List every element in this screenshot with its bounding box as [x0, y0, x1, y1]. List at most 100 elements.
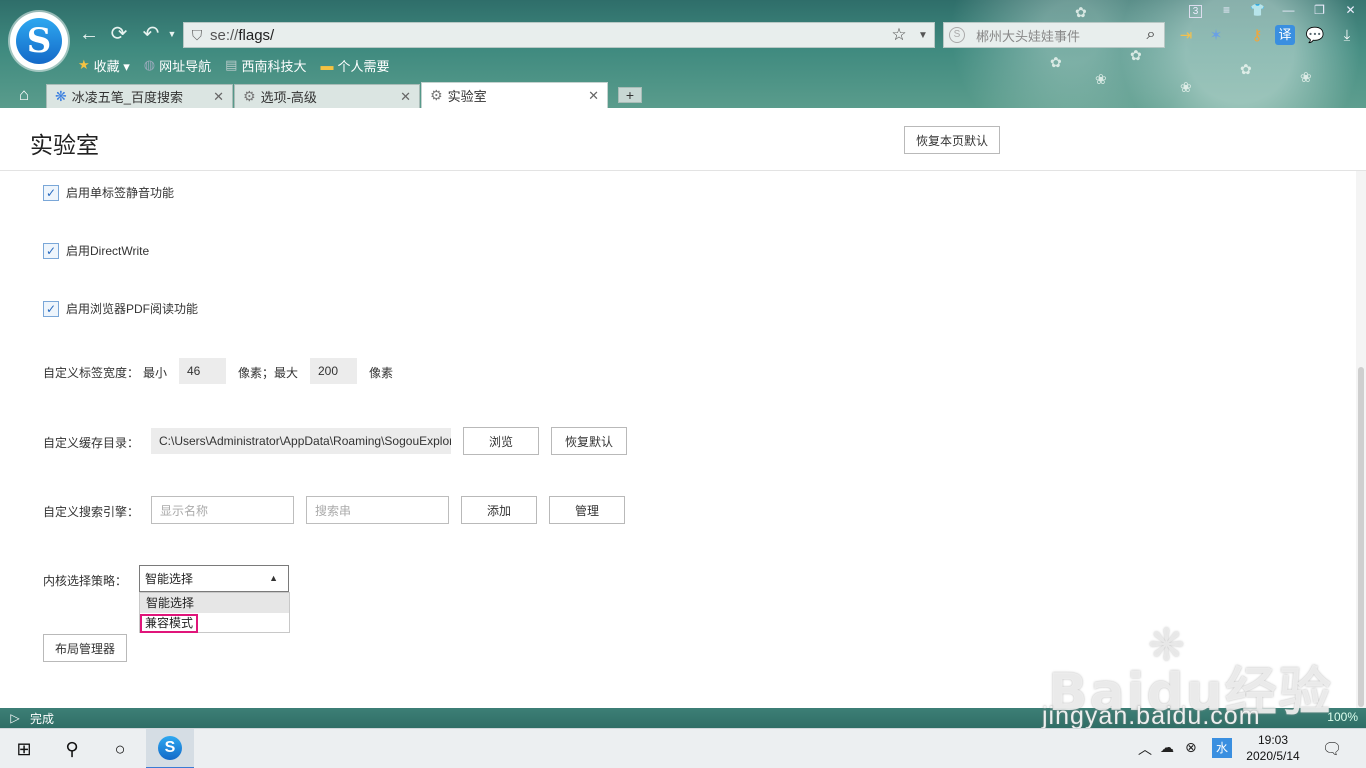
kernel-select[interactable]: 智能选择 ▲	[139, 565, 289, 592]
checkbox-label: 启用浏览器PDF阅读功能	[66, 302, 199, 316]
search-query[interactable]: 郴州大头娃娃事件	[970, 26, 1138, 45]
tab-baidu-search[interactable]: ❋ 冰凌五笔_百度搜索 ✕	[46, 84, 233, 108]
network-icon[interactable]: ⊗	[1185, 739, 1197, 756]
system-clock[interactable]: 19:03 2020/5/14	[1238, 732, 1308, 764]
bookmark-label: 个人需要	[337, 58, 390, 74]
tab-strip: ⌂ ❋ 冰凌五笔_百度搜索 ✕ ⚙ 选项-高级 ✕ ⚙ 实验室 ✕ +	[0, 82, 1366, 108]
tab-label: 冰凌五笔_百度搜索	[71, 90, 183, 105]
mute-tab-checkbox-row[interactable]: ✓ 启用单标签静音功能	[43, 184, 174, 201]
pdf-reader-checkbox-row[interactable]: ✓ 启用浏览器PDF阅读功能	[43, 300, 198, 317]
search-icon[interactable]: ⚲	[48, 729, 96, 768]
cache-dir-input[interactable]: C:\Users\Administrator\AppData\Roaming\S…	[151, 428, 451, 454]
layout-manager-button[interactable]: 布局管理器	[43, 634, 127, 662]
sogou-browser-taskbar-app[interactable]: S	[146, 729, 194, 768]
refresh-icon[interactable]: ⟳	[107, 22, 131, 46]
browse-button[interactable]: 浏览	[463, 427, 539, 455]
zoom-level[interactable]: 100%	[1327, 710, 1358, 724]
notification-icon[interactable]: 🗨	[1322, 739, 1342, 759]
tray-expand-icon[interactable]: ︿	[1138, 739, 1152, 759]
back-icon[interactable]: ←	[77, 22, 101, 46]
translate-icon[interactable]: 译	[1275, 25, 1295, 45]
bookmark-favorites[interactable]: ★ 收藏 ▾	[78, 56, 130, 75]
directwrite-checkbox-row[interactable]: ✓ 启用DirectWrite	[43, 242, 149, 259]
ime-icon[interactable]: 水	[1212, 738, 1232, 758]
checkbox-checked[interactable]: ✓	[43, 242, 59, 259]
page-scrollbar[interactable]	[1356, 171, 1366, 708]
tab-width-unit: 像素	[369, 366, 394, 380]
menu-icon[interactable]: ≡	[1211, 0, 1242, 20]
sogou-logo[interactable]: S	[10, 12, 68, 70]
bookmark-nav[interactable]: ◍ 网址导航	[144, 56, 211, 75]
close-icon[interactable]: ✕	[1335, 0, 1366, 20]
url-scheme: se://	[210, 26, 239, 44]
favorite-star-icon[interactable]: ☆	[886, 25, 912, 45]
restore-default-button[interactable]: 恢复默认	[551, 427, 627, 455]
window-controls: 3 ≡ 👕 — ❐ ✕	[1180, 0, 1366, 20]
baidu-paw-icon: ❋	[55, 88, 67, 104]
bookmark-swust[interactable]: ▤ 西南科技大	[225, 56, 306, 75]
onedrive-cloud-icon[interactable]: ☁	[1160, 739, 1174, 756]
flower-decoration: ✿	[1130, 47, 1142, 63]
chat-icon[interactable]: 💬	[1304, 25, 1326, 47]
folder-icon: ▬	[320, 57, 334, 73]
address-url[interactable]: se://flags/	[210, 27, 886, 44]
search-icon[interactable]: ⌕	[1138, 26, 1164, 44]
sogou-s-icon: S	[16, 18, 62, 64]
windows-start-icon[interactable]: ⊞	[0, 729, 48, 768]
tab-close-icon[interactable]: ✕	[213, 89, 224, 105]
gear-icon: ⚙	[430, 87, 443, 103]
tab-width-unit-sep: 像素；最大	[238, 366, 299, 380]
engine-name-input[interactable]: 显示名称	[151, 496, 294, 524]
kernel-policy-label: 内核选择策略：	[43, 574, 128, 588]
download-icon[interactable]: ⤓	[1336, 25, 1358, 47]
manage-button[interactable]: 管理	[549, 496, 625, 524]
tab-lab[interactable]: ⚙ 实验室 ✕	[421, 82, 608, 108]
engine-string-input[interactable]: 搜索串	[306, 496, 449, 524]
bookmark-label: 收藏 ▾	[93, 58, 130, 74]
checkbox-label: 启用DirectWrite	[66, 244, 150, 258]
clock-time: 19:03	[1257, 733, 1289, 747]
search-engine-label: 自定义搜索引擎：	[43, 505, 140, 519]
tab-width-max-input[interactable]: 200	[310, 358, 357, 384]
status-text: 完成	[30, 711, 55, 726]
restore-page-default-button[interactable]: 恢复本页默认	[904, 126, 1000, 154]
tab-options-advanced[interactable]: ⚙ 选项-高级 ✕	[234, 84, 420, 108]
tab-label: 实验室	[447, 89, 487, 104]
bookmarks-bar: ★ 收藏 ▾ ◍ 网址导航 ▤ 西南科技大 ▬ 个人需要	[78, 56, 403, 74]
globe-icon: ◍	[143, 57, 156, 72]
kernel-option-smart[interactable]: 智能选择	[140, 593, 289, 613]
sync-icon[interactable]: ⇥	[1175, 25, 1197, 47]
checkbox-label: 启用单标签静音功能	[66, 186, 175, 200]
add-button[interactable]: 添加	[461, 496, 537, 524]
home-icon[interactable]: ⌂	[12, 85, 36, 107]
extension-icon[interactable]: ✶	[1205, 25, 1227, 47]
tab-close-icon[interactable]: ✕	[588, 88, 599, 104]
clock-date: 2020/5/14	[1246, 749, 1300, 763]
search-bar[interactable]: S 郴州大头娃娃事件 ⌕	[943, 22, 1165, 48]
minimize-icon[interactable]: —	[1273, 0, 1304, 20]
address-dropdown-icon[interactable]: ▼	[912, 30, 934, 41]
maximize-icon[interactable]: ❐	[1304, 0, 1335, 20]
key-icon[interactable]: ⚷	[1246, 25, 1268, 47]
tab-close-icon[interactable]: ✕	[400, 89, 411, 105]
checkbox-checked[interactable]: ✓	[43, 300, 59, 317]
sidebar-toggle-icon[interactable]: ▷	[0, 711, 30, 725]
bookmark-folder[interactable]: ▬ 个人需要	[320, 56, 389, 75]
highlight-box: 兼容模式	[140, 614, 199, 633]
windows-taskbar: ⊞ ⚲ ○ S ︿ ☁ ⊗ 水 19:03 2020/5/14 🗨	[0, 728, 1366, 768]
tab-count-badge[interactable]: 3	[1180, 0, 1211, 20]
skin-icon[interactable]: 👕	[1242, 0, 1273, 20]
undo-dropdown-icon[interactable]: ▼	[160, 22, 184, 46]
checkbox-checked[interactable]: ✓	[43, 184, 59, 201]
cache-dir-label: 自定义缓存目录：	[43, 436, 140, 450]
search-engine-icon[interactable]: S	[944, 22, 970, 48]
task-view-icon[interactable]: ○	[96, 729, 144, 768]
new-tab-button[interactable]: +	[618, 87, 642, 103]
scrollbar-thumb[interactable]	[1358, 367, 1364, 707]
kernel-selected-value: 智能选择	[145, 572, 194, 586]
address-bar[interactable]: ⛉ se://flags/ ☆ ▼	[183, 22, 935, 48]
tab-width-min-input[interactable]: 46	[179, 358, 226, 384]
sogou-s-icon: S	[158, 736, 182, 760]
kernel-option-compat[interactable]: 兼容模式	[140, 613, 289, 633]
status-bar: ▷ 完成 100%	[0, 708, 1366, 728]
